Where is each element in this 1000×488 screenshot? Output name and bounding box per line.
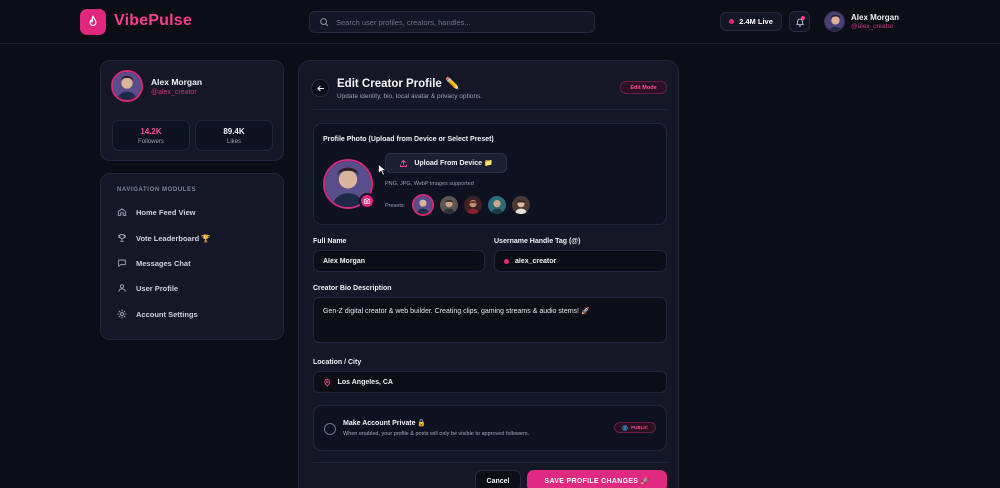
search-input[interactable]: [336, 17, 586, 27]
live-count-badge[interactable]: 2.4M Live: [720, 12, 782, 31]
search-icon: [320, 18, 329, 27]
brand-name[interactable]: VibePulse: [114, 12, 192, 30]
upload-button-label: Upload From Device 📁: [414, 160, 493, 167]
nav-item-label: User Profile: [136, 283, 179, 293]
full-name-input[interactable]: [323, 257, 484, 265]
gear-icon: [117, 309, 127, 319]
flame-logo-icon[interactable]: [80, 9, 106, 35]
profile-name: Alex Morgan: [151, 77, 203, 87]
nav-item-label: Vote Leaderboard 🏆: [136, 233, 211, 243]
nav-item-messages-chat[interactable]: Messages Chat: [113, 254, 273, 272]
edit-mode-badge: Edit Mode: [620, 81, 667, 94]
header-user-name: Alex Morgan: [851, 13, 900, 22]
private-account-radio[interactable]: [324, 423, 336, 435]
followers-count: 14.2K: [140, 127, 162, 136]
nav-section-title: NAVIGATION MODULES: [117, 187, 197, 193]
preset-avatar-3[interactable]: [464, 196, 482, 214]
preset-avatar-4[interactable]: [488, 196, 506, 214]
followers-label: Followers: [138, 139, 164, 145]
nav-item-label: Messages Chat: [136, 258, 191, 268]
private-account-description: When enabled, your profile & posts will …: [343, 431, 530, 437]
globe-icon: [622, 424, 628, 431]
page-subtitle: Update identity, bio, local avatar & pri…: [337, 93, 483, 100]
status-badge-label: PUBLIC: [631, 425, 648, 430]
bio-label: Creator Bio Description: [313, 285, 392, 292]
user-icon: [118, 284, 126, 292]
navigation-card: NAVIGATION MODULES Home Feed View Vote L…: [100, 173, 284, 340]
profile-handle: @alex_creator: [151, 89, 197, 96]
username-label: Username Handle Tag (@): [494, 238, 581, 245]
page-title: Edit Creator Profile ✏️: [337, 78, 460, 90]
home-icon: [117, 208, 127, 216]
nav-item-vote-leaderboard[interactable]: Vote Leaderboard 🏆: [113, 229, 273, 247]
preset-avatar-2[interactable]: [440, 196, 458, 214]
likes-count: 89.4K: [223, 127, 245, 136]
nav-item-label: Home Feed View: [136, 207, 196, 217]
username-input[interactable]: [515, 257, 666, 265]
notification-dot: [801, 16, 805, 20]
notifications-button[interactable]: [789, 11, 810, 32]
full-name-field[interactable]: [313, 250, 485, 272]
status-badge: PUBLIC: [614, 422, 656, 433]
location-pin-icon: [324, 378, 331, 387]
cancel-button[interactable]: Cancel: [475, 470, 521, 488]
location-input[interactable]: [337, 378, 666, 386]
arrow-left-icon: [316, 85, 324, 91]
likes-stat[interactable]: 89.4K Likes: [195, 120, 273, 151]
photo-section-title: Profile Photo (Upload from Device or Sel…: [323, 136, 494, 143]
nav-item-user-profile[interactable]: User Profile: [113, 279, 273, 297]
supported-formats-note: PNG, JPG, WebP images supported: [385, 181, 474, 187]
trophy-icon: [118, 234, 126, 242]
at-symbol-icon: [504, 258, 509, 264]
top-navigation-bar: VibePulse 2.4M Live Alex Morgan @alex_cr…: [0, 0, 1000, 44]
avatar[interactable]: [111, 70, 143, 102]
live-count-label: 2.4M Live: [739, 17, 773, 26]
back-button[interactable]: [311, 79, 329, 97]
nav-item-home-feed[interactable]: Home Feed View: [113, 203, 273, 221]
nav-item-account-settings[interactable]: Account Settings: [113, 305, 273, 323]
likes-label: Likes: [226, 139, 241, 145]
full-name-label: Full Name: [313, 238, 347, 245]
preset-avatar-5[interactable]: [512, 196, 530, 214]
nav-item-label: Account Settings: [136, 309, 198, 319]
preset-avatar-1[interactable]: [412, 194, 434, 216]
username-field[interactable]: [494, 250, 667, 272]
location-field[interactable]: [313, 371, 667, 393]
profile-summary-card: Alex Morgan @alex_creator 14.2K Follower…: [100, 60, 284, 161]
header-user-handle: @alex_creator: [851, 23, 894, 30]
upload-from-device-button[interactable]: Upload From Device 📁: [385, 153, 507, 173]
bio-field[interactable]: Gen-Z digital creator & web builder. Cre…: [313, 297, 667, 343]
header-avatar[interactable]: [824, 11, 845, 32]
live-dot-icon: [729, 19, 735, 24]
upload-icon: [400, 159, 408, 167]
presets-label: Presets:: [385, 203, 406, 209]
location-label: Location / City: [313, 359, 362, 366]
edit-profile-panel: Edit Creator Profile ✏️ Update identity,…: [298, 60, 679, 488]
bio-textarea[interactable]: Gen-Z digital creator & web builder. Cre…: [323, 307, 666, 321]
header-divider: [313, 109, 667, 110]
search-bar[interactable]: [309, 11, 595, 33]
camera-icon[interactable]: [359, 193, 375, 209]
profile-photo-section: Profile Photo (Upload from Device or Sel…: [313, 123, 667, 225]
message-icon: [118, 259, 126, 267]
private-account-title: Make Account Private 🔒: [343, 420, 427, 427]
privacy-setting[interactable]: Make Account Private 🔒 When enabled, you…: [313, 405, 667, 451]
save-profile-button[interactable]: SAVE PROFILE CHANGES 🚀: [527, 470, 667, 488]
mouse-cursor-icon: [378, 164, 386, 176]
footer-divider: [313, 462, 667, 463]
followers-stat[interactable]: 14.2K Followers: [112, 120, 190, 151]
